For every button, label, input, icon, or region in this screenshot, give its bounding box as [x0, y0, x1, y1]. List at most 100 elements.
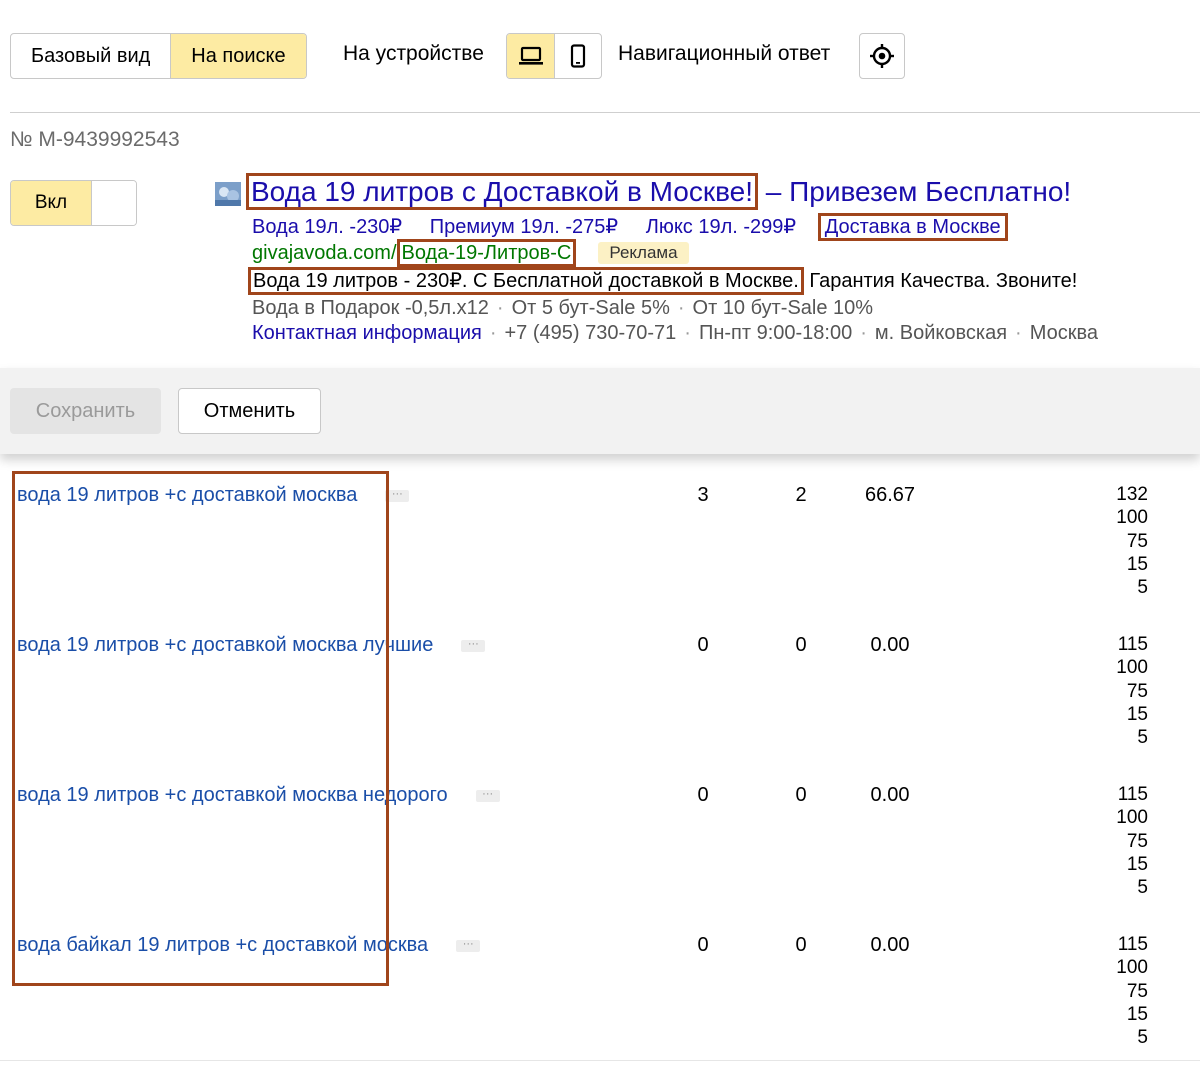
ad-title-rest: – Привезем Бесплатно!: [758, 176, 1072, 207]
separator: ·: [489, 322, 497, 344]
callout: От 10 бут-Sale 10%: [692, 297, 874, 319]
table-row: вода байкал 19 литров +с доставкой москв…: [0, 922, 1200, 1072]
bid-list: 115 100 75 15 5: [1116, 933, 1148, 1049]
keyword-text: вода 19 литров +с доставкой москва: [17, 484, 358, 506]
bid-value: 75: [1126, 980, 1148, 1002]
divider: [10, 112, 1200, 113]
table-row: вода 19 литров +с доставкой москва ··· 3 …: [0, 472, 1200, 622]
bid-list: 115 100 75 15 5: [1116, 633, 1148, 749]
desktop-device-button[interactable]: [507, 34, 554, 78]
table-row: вода 19 литров +с доставкой москва лучши…: [0, 622, 1200, 772]
bid-value: 15: [1126, 703, 1148, 725]
bid-value: 15: [1126, 553, 1148, 575]
view-switcher: Базовый вид На поиске: [10, 33, 307, 79]
hours: Пн-пт 9:00-18:00: [698, 322, 853, 344]
bid-value: 5: [1137, 577, 1148, 599]
view-basic-button[interactable]: Базовый вид: [11, 34, 170, 78]
separator: ·: [496, 297, 504, 319]
bid-value: 5: [1137, 727, 1148, 749]
stat-col1: 0: [697, 934, 709, 956]
url-domain: givajavoda.com/: [252, 242, 397, 264]
sitelinks: Вода 19л. -230₽ Премиум 19л. -275₽ Люкс …: [252, 213, 1030, 241]
bid-value: 100: [1116, 957, 1148, 979]
bid-value: 5: [1137, 1027, 1148, 1049]
bid-list: 115 100 75 15 5: [1116, 783, 1148, 899]
site-favicon-icon: [215, 182, 241, 206]
phone-icon: [570, 44, 586, 68]
toggle-knob: [91, 181, 136, 225]
metro: м. Войковская: [874, 322, 1008, 344]
order-number: № М-9439992543: [10, 128, 180, 151]
sitelink-highlighted[interactable]: Доставка в Москве: [817, 213, 1008, 241]
bid-list: 132 100 75 15 5: [1116, 483, 1148, 599]
save-button[interactable]: Сохранить: [10, 388, 161, 434]
more-icon[interactable]: ···: [461, 639, 486, 652]
keyword-text: вода байкал 19 литров +с доставкой москв…: [17, 934, 429, 956]
bid-value: 75: [1126, 830, 1148, 852]
stat-col1: 0: [697, 634, 709, 656]
bid-value: 100: [1116, 807, 1148, 829]
ad-title[interactable]: Вода 19 литров с Доставкой в Москве! – П…: [246, 173, 1072, 210]
sitelink[interactable]: Люкс 19л. -299₽: [646, 216, 796, 238]
stat-col2: 0: [795, 634, 807, 656]
bid-value: 115: [1117, 634, 1148, 655]
stat-col2: 0: [795, 934, 807, 956]
bid-value: 75: [1126, 680, 1148, 702]
keyword-link[interactable]: вода 19 литров +с доставкой москва лучши…: [17, 634, 486, 657]
stat-col3: 66.67: [864, 484, 916, 506]
keyword-link[interactable]: вода байкал 19 литров +с доставкой москв…: [17, 934, 481, 957]
stat-col3: 0.00: [870, 634, 910, 656]
keyword-text: вода 19 литров +с доставкой москва лучши…: [17, 634, 434, 656]
ad-description: Вода 19 литров - 230₽. С Бесплатной дост…: [248, 267, 1078, 295]
stat-col2: 0: [795, 784, 807, 806]
laptop-icon: [518, 46, 543, 65]
stat-col3: 0.00: [870, 784, 910, 806]
bid-value: 132: [1116, 484, 1148, 505]
stat-col2: 2: [795, 484, 807, 506]
bid-value: 115: [1117, 934, 1148, 955]
more-icon[interactable]: ···: [456, 939, 481, 952]
separator: ·: [1015, 322, 1022, 344]
ad-toggle[interactable]: Вкл: [10, 180, 137, 226]
separator: ·: [860, 322, 867, 344]
view-search-button[interactable]: На поиске: [170, 34, 306, 78]
bid-value: 5: [1137, 877, 1148, 899]
keyword-link[interactable]: вода 19 литров +с доставкой москва недор…: [17, 784, 500, 807]
nav-answer-button[interactable]: [859, 33, 905, 79]
nav-answer-label: Навигационный ответ: [618, 42, 831, 65]
ad-badge: Реклама: [598, 242, 689, 264]
separator: ·: [677, 297, 685, 319]
table-row: вода 19 литров +с доставкой москва недор…: [0, 772, 1200, 922]
callout: От 5 бут-Sale 5%: [511, 297, 670, 319]
separator: ·: [684, 322, 691, 344]
more-icon[interactable]: ···: [385, 489, 410, 502]
stat-col1: 3: [697, 484, 709, 506]
contacts-line: Контактная информация · +7 (495) 730-70-71…: [252, 322, 1098, 345]
description-highlight: Вода 19 литров - 230₽. С Бесплатной дост…: [248, 267, 804, 295]
bid-value: 100: [1116, 507, 1148, 529]
display-url: givajavoda.com/Вода-19-Литров-С Реклама: [252, 239, 689, 267]
toggle-label: Вкл: [11, 181, 91, 225]
device-label: На устройстве: [343, 42, 484, 65]
sitelink[interactable]: Премиум 19л. -275₽: [430, 216, 618, 238]
keyword-text: вода 19 литров +с доставкой москва недор…: [17, 784, 448, 806]
keyword-link[interactable]: вода 19 литров +с доставкой москва ···: [17, 484, 410, 507]
device-switcher: [506, 33, 602, 79]
cancel-button[interactable]: Отменить: [178, 388, 321, 434]
bid-value: 75: [1126, 530, 1148, 552]
contact-info-link[interactable]: Контактная информация: [252, 322, 482, 344]
bid-value: 15: [1126, 853, 1148, 875]
ad-title-highlight: Вода 19 литров с Доставкой в Москве!: [246, 173, 759, 210]
action-bar: Сохранить Отменить: [0, 368, 1200, 454]
bid-value: 15: [1126, 1003, 1148, 1025]
stat-col3: 0.00: [870, 934, 910, 956]
more-icon[interactable]: ···: [475, 789, 500, 802]
target-icon: [870, 44, 894, 68]
callouts: Вода в Подарок -0,5л.х12 · От 5 бут-Sale 5…: [252, 297, 873, 320]
city: Москва: [1029, 322, 1098, 344]
sitelink[interactable]: Вода 19л. -230₽: [252, 216, 402, 238]
phone: +7 (495) 730-70-71: [504, 322, 677, 344]
callout: Вода в Подарок -0,5л.х12: [252, 297, 489, 319]
description-rest: Гарантия Качества. Звоните!: [803, 270, 1078, 292]
mobile-device-button[interactable]: [554, 34, 601, 78]
